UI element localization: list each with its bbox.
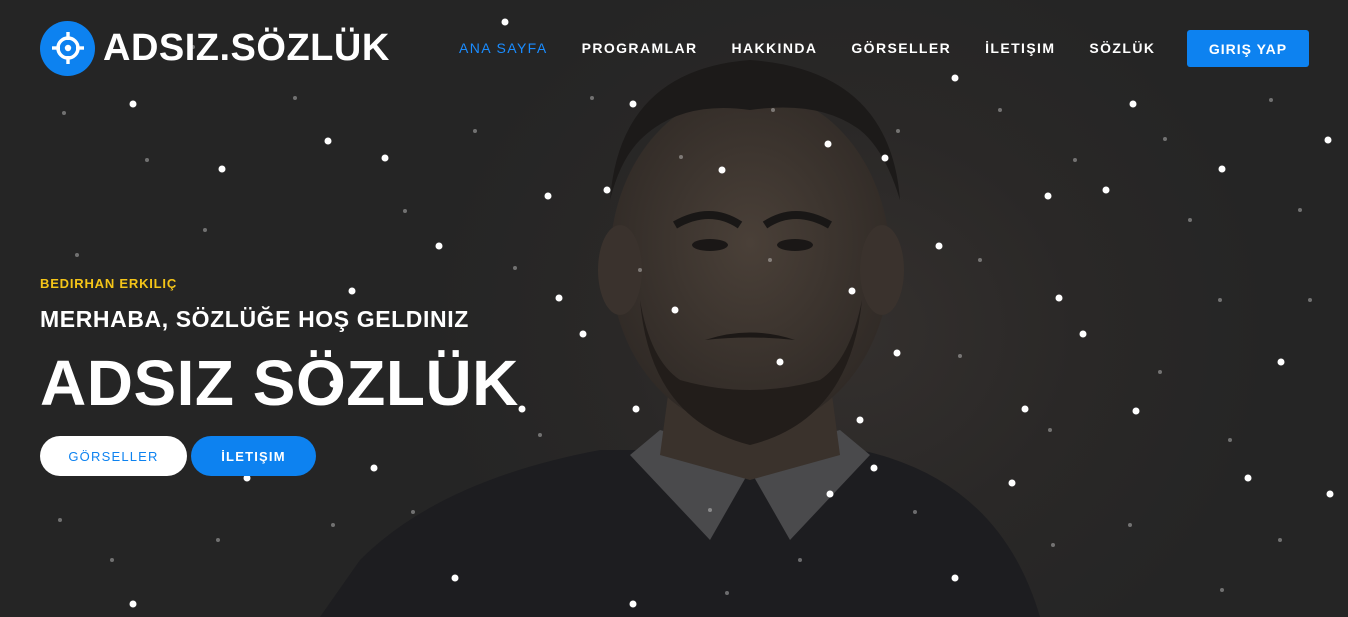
login-button[interactable]: GIRIŞ YAP [1187, 30, 1309, 67]
hero-eyebrow: BEDIRHAN ERKILIÇ [40, 276, 178, 291]
brand-logo[interactable]: ADSIZ.SÖZLÜK [40, 20, 390, 76]
nav-link-programlar[interactable]: PROGRAMLAR [565, 40, 715, 56]
gorseller-button[interactable]: GÖRSELLER [40, 436, 187, 476]
nav-link-sozluk[interactable]: SÖZLÜK [1072, 40, 1172, 56]
brand-name: ADSIZ.SÖZLÜK [103, 26, 390, 69]
nav-link-hakkinda[interactable]: HAKKINDA [715, 40, 835, 56]
hero-headline: ADSIZ SÖZLÜK [40, 347, 519, 419]
hero-cta-row: GÖRSELLER İLETIŞIM [40, 436, 316, 476]
hero-text-block: BEDIRHAN ERKILIÇ MERHABA, SÖZLÜĞE HOŞ GE… [40, 276, 600, 418]
nav-link-ana-sayfa[interactable]: ANA SAYFA [442, 40, 565, 56]
nav-link-gorseller[interactable]: GÖRSELLER [834, 40, 968, 56]
hero-subheading: MERHABA, SÖZLÜĞE HOŞ GELDINIZ [40, 306, 469, 332]
crosshair-icon [40, 20, 95, 76]
top-navbar: ADSIZ.SÖZLÜK ANA SAYFA PROGRAMLAR HAKKIN… [0, 0, 1348, 96]
main-nav: ANA SAYFA PROGRAMLAR HAKKINDA GÖRSELLER … [442, 30, 1172, 66]
iletisim-button[interactable]: İLETIŞIM [191, 436, 316, 476]
nav-link-iletisim[interactable]: İLETIŞIM [968, 40, 1072, 56]
